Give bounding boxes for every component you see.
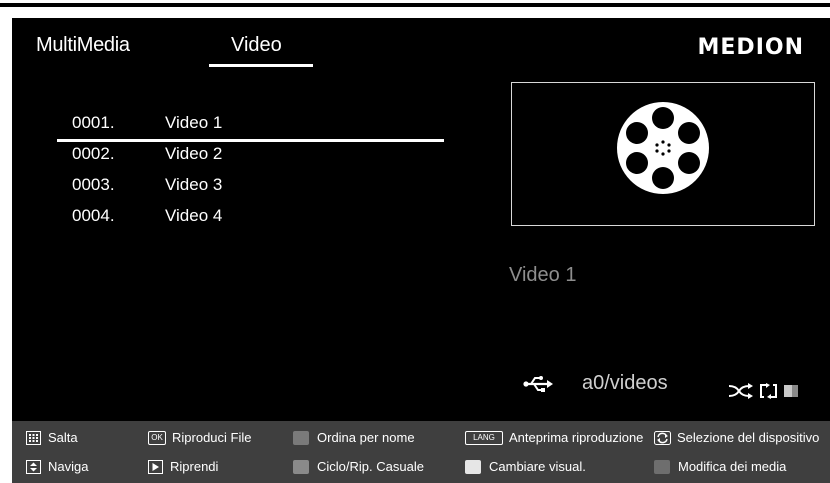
- list-item[interactable]: 0001. Video 1: [12, 110, 452, 142]
- item-number: 0003.: [72, 175, 115, 194]
- multimedia-screen: MultiMedia Video MEDION 0001. Video 1 00…: [12, 18, 830, 483]
- repeat-icon: [760, 383, 777, 399]
- playback-mode-icons: [728, 383, 798, 399]
- footer-play-file[interactable]: OK Riproduci File: [148, 430, 251, 445]
- current-path: a0/videos: [582, 372, 668, 394]
- footer-loop-shuffle-label: Ciclo/Rip. Casuale: [317, 459, 424, 474]
- footer-device-selection[interactable]: Selezione del dispositivo: [654, 430, 819, 445]
- footer-jump-label: Salta: [48, 430, 78, 445]
- preview-panel: [511, 82, 815, 226]
- brand-logo: MEDION: [697, 35, 804, 60]
- footer-play-file-label: Riproduci File: [172, 430, 252, 445]
- footer-sort-by-name[interactable]: Ordina per nome: [293, 430, 415, 445]
- footer-navigate[interactable]: Naviga: [26, 459, 88, 474]
- numeric-keypad-icon: [26, 430, 41, 445]
- app-title: MultiMedia: [36, 34, 130, 56]
- lang-key-icon: LANG: [465, 430, 503, 445]
- item-name: Video 1: [165, 113, 223, 132]
- block-icon: [784, 385, 798, 397]
- footer-edit-media[interactable]: Modifica dei media: [654, 459, 786, 474]
- footer-navigate-label: Naviga: [48, 459, 89, 474]
- source-switch-icon: [654, 430, 671, 445]
- footer-preview-playback-label: Anteprima riproduzione: [509, 430, 644, 445]
- yellow-key-icon: [465, 459, 481, 474]
- footer-device-selection-label: Selezione del dispositivo: [677, 430, 820, 445]
- usb-icon: [523, 376, 553, 392]
- item-number: 0002.: [72, 144, 115, 163]
- footer-jump[interactable]: Salta: [26, 430, 78, 445]
- list-item[interactable]: 0003. Video 3: [12, 172, 452, 203]
- tab-video[interactable]: Video: [231, 34, 282, 57]
- footer-preview-playback[interactable]: LANG Anteprima riproduzione: [465, 430, 643, 445]
- item-name: Video 2: [165, 144, 223, 163]
- red-key-icon: [293, 430, 309, 445]
- footer-change-view-label: Cambiare visual.: [489, 459, 586, 474]
- footer-bar: Salta OK Riproduci File Ordina per nome …: [12, 421, 830, 483]
- footer-change-view[interactable]: Cambiare visual.: [465, 459, 586, 474]
- footer-resume-label: Riprendi: [170, 459, 219, 474]
- item-name: Video 4: [165, 206, 223, 225]
- list-item[interactable]: 0004. Video 4: [12, 203, 452, 234]
- file-list: 0001. Video 1 0002. Video 2 0003. Video …: [12, 110, 452, 234]
- film-reel-icon: [617, 102, 709, 194]
- item-name: Video 3: [165, 175, 223, 194]
- list-item[interactable]: 0002. Video 2: [12, 141, 452, 172]
- shuffle-icon: [728, 383, 753, 399]
- footer-sort-by-name-label: Ordina per nome: [317, 430, 415, 445]
- up-down-arrows-icon: [26, 459, 41, 474]
- footer-loop-shuffle[interactable]: Ciclo/Rip. Casuale: [293, 459, 424, 474]
- item-number: 0004.: [72, 206, 115, 225]
- top-border: [0, 3, 830, 7]
- blue-key-icon: [654, 459, 670, 474]
- footer-edit-media-label: Modifica dei media: [678, 459, 787, 474]
- footer-resume[interactable]: Riprendi: [148, 459, 218, 474]
- preview-title: Video 1: [509, 264, 577, 286]
- tab-underline: [209, 64, 313, 67]
- green-key-icon: [293, 459, 309, 474]
- ok-key-icon: OK: [148, 430, 166, 445]
- item-number: 0001.: [72, 113, 115, 132]
- play-key-icon: [148, 459, 163, 474]
